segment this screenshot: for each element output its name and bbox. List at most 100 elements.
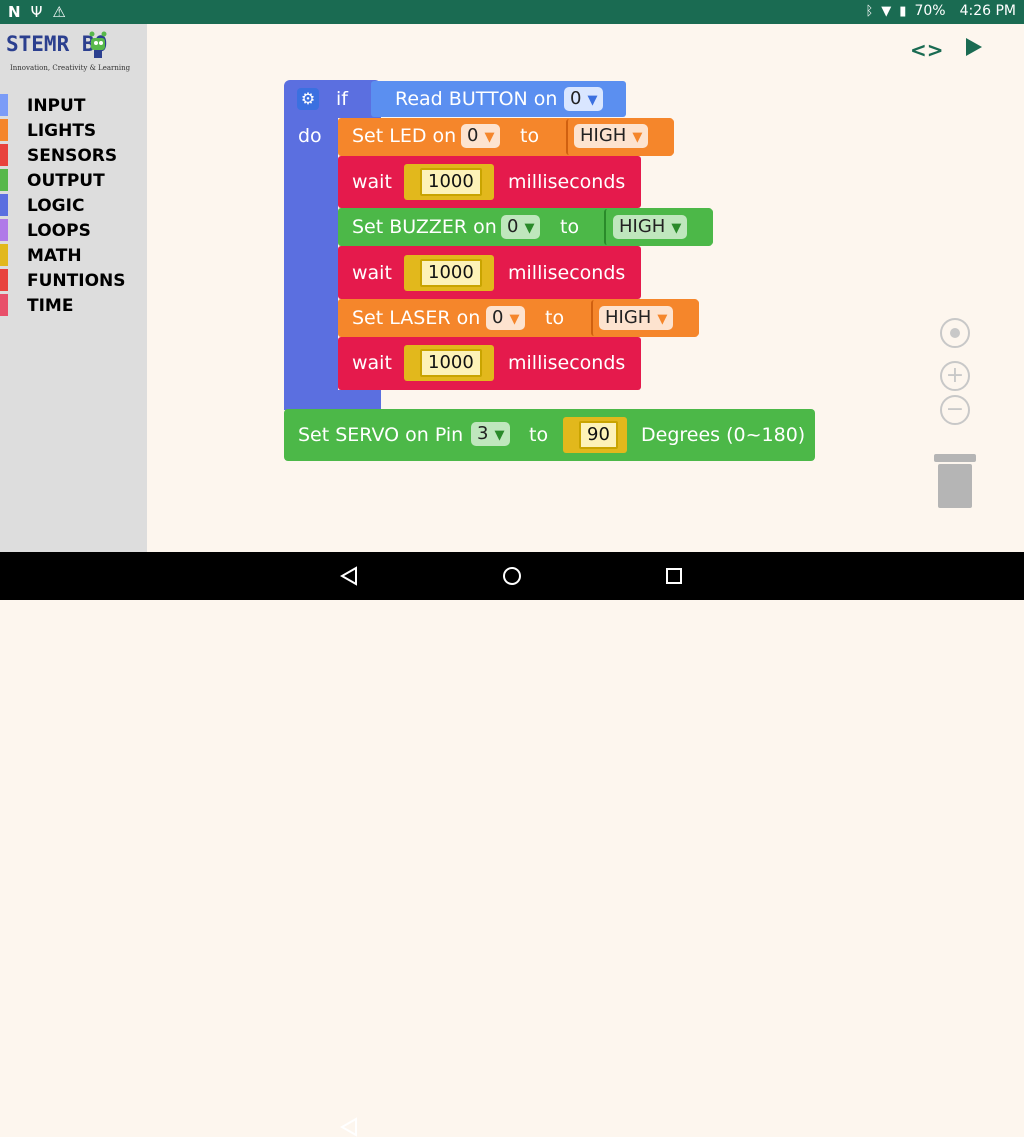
set-laser-label: Set LASER on — [352, 307, 481, 329]
category-sidebar: STEMR BO Innovation, Creativity & Learni… — [0, 24, 147, 552]
category-color-bar — [0, 169, 8, 191]
buzzer-value-dropdown[interactable]: HIGH ▼ — [613, 215, 688, 239]
dropdown-arrow-icon: ▼ — [587, 93, 598, 108]
laser-pin-dropdown[interactable]: 0 ▼ — [486, 306, 526, 330]
recenter-icon[interactable] — [940, 318, 970, 348]
bluetooth-icon: ᛒ — [865, 3, 874, 19]
laser-pin-value: 0 — [492, 307, 504, 328]
set-buzzer-label: Set BUZZER on — [352, 216, 497, 238]
buzzer-pin-dropdown[interactable]: 0 ▼ — [501, 215, 541, 239]
servo-to-label: to — [529, 424, 549, 446]
code-view-icon[interactable]: <> — [910, 38, 944, 62]
ms-label-2: milliseconds — [508, 262, 626, 284]
category-color-bar — [0, 144, 8, 166]
battery-level: 70% — [914, 3, 946, 19]
back-icon[interactable] — [340, 566, 358, 586]
back-icon[interactable] — [340, 1117, 358, 1137]
buzzer-to-label: to — [560, 216, 580, 238]
zoom-in-icon[interactable]: + — [940, 361, 970, 391]
n-icon: N — [8, 3, 21, 21]
wait-label-3: wait — [352, 352, 392, 374]
trash-body — [938, 464, 972, 508]
laser-value: HIGH — [605, 307, 652, 328]
category-time[interactable]: TIME — [0, 294, 147, 319]
category-loops[interactable]: LOOPS — [0, 219, 147, 244]
dropdown-arrow-icon: ▼ — [509, 312, 520, 327]
category-output[interactable]: OUTPUT — [0, 169, 147, 194]
dropdown-arrow-icon: ▼ — [657, 312, 668, 327]
category-input[interactable]: INPUT — [0, 94, 147, 119]
category-math[interactable]: MATH — [0, 244, 147, 269]
run-icon[interactable] — [966, 38, 982, 56]
recents-icon[interactable] — [665, 567, 683, 585]
servo-pin-value: 3 — [477, 423, 489, 444]
category-label: INPUT — [27, 96, 86, 116]
usb-icon: Ψ — [30, 3, 43, 21]
category-label: FUNTIONS — [27, 271, 126, 291]
trash-lid — [934, 454, 976, 462]
category-color-bar — [0, 244, 8, 266]
wait-value-3[interactable]: 1000 — [420, 349, 482, 377]
led-value: HIGH — [580, 125, 627, 146]
recenter-dot — [950, 328, 960, 338]
category-logic[interactable]: LOGIC — [0, 194, 147, 219]
category-label: TIME — [27, 296, 74, 316]
wait-value-2[interactable]: 1000 — [420, 259, 482, 287]
buzzer-pin-value: 0 — [507, 216, 519, 237]
if-label: if — [336, 88, 348, 110]
category-label: SENSORS — [27, 146, 118, 166]
dropdown-arrow-icon: ▼ — [671, 221, 682, 236]
category-label: MATH — [27, 246, 82, 266]
battery-icon: ▮ — [899, 3, 907, 19]
servo-value[interactable]: 90 — [579, 421, 618, 449]
read-button-label: Read BUTTON on — [395, 88, 558, 110]
led-pin-dropdown[interactable]: 0 ▼ — [461, 124, 501, 148]
dropdown-arrow-icon: ▼ — [632, 130, 643, 145]
laser-to-label: to — [545, 307, 565, 329]
wait-value-1[interactable]: 1000 — [420, 168, 482, 196]
wait-label-2: wait — [352, 262, 392, 284]
set-led-label: Set LED on — [352, 125, 457, 147]
category-lights[interactable]: LIGHTS — [0, 119, 147, 144]
category-funtions[interactable]: FUNTIONS — [0, 269, 147, 294]
category-label: LIGHTS — [27, 121, 97, 141]
robot-logo-icon — [89, 31, 107, 58]
gear-icon[interactable]: ⚙ — [297, 88, 319, 110]
led-to-label: to — [520, 125, 540, 147]
category-label: OUTPUT — [27, 171, 105, 191]
stemrobo-logo: STEMR BO Innovation, Creativity & Learni… — [4, 30, 144, 78]
clock: 4:26 PM — [959, 3, 1016, 19]
set-servo-label: Set SERVO on Pin — [298, 424, 464, 446]
category-color-bar — [0, 219, 8, 241]
led-value-dropdown[interactable]: HIGH ▼ — [574, 124, 649, 148]
home-icon[interactable] — [502, 566, 522, 586]
if-block-body[interactable] — [284, 118, 338, 410]
category-label: LOOPS — [27, 221, 91, 241]
status-bar: N Ψ ⚠ ᛒ ▼ ▮ 70% 4:26 PM — [0, 0, 1024, 24]
category-color-bar — [0, 119, 8, 141]
logo-tagline: Innovation, Creativity & Learning — [10, 64, 131, 72]
category-list: INPUT LIGHTS SENSORS OUTPUT LOGIC LOOPS MATH FU… — [0, 94, 147, 319]
zoom-out-icon[interactable]: − — [940, 395, 970, 425]
servo-pin-dropdown[interactable]: 3 ▼ — [471, 422, 511, 446]
warning-icon: ⚠ — [52, 3, 66, 21]
led-pin-value: 0 — [467, 125, 479, 146]
ms-label-1: milliseconds — [508, 171, 626, 193]
category-color-bar — [0, 194, 8, 216]
if-block-bottom[interactable] — [284, 390, 381, 410]
category-color-bar — [0, 94, 8, 116]
ms-label-3: milliseconds — [508, 352, 626, 374]
dropdown-arrow-icon: ▼ — [484, 130, 495, 145]
category-label: LOGIC — [27, 196, 85, 216]
degrees-label: Degrees (0~180) — [641, 424, 806, 446]
wait-label-1: wait — [352, 171, 392, 193]
trash-icon[interactable] — [934, 454, 976, 508]
category-color-bar — [0, 294, 8, 316]
read-button-pin-dropdown[interactable]: 0 ▼ — [564, 87, 604, 111]
dropdown-arrow-icon: ▼ — [494, 428, 505, 443]
laser-value-dropdown[interactable]: HIGH ▼ — [599, 306, 674, 330]
category-color-bar — [0, 269, 8, 291]
do-label: do — [298, 125, 322, 147]
category-sensors[interactable]: SENSORS — [0, 144, 147, 169]
buzzer-value: HIGH — [619, 216, 666, 237]
